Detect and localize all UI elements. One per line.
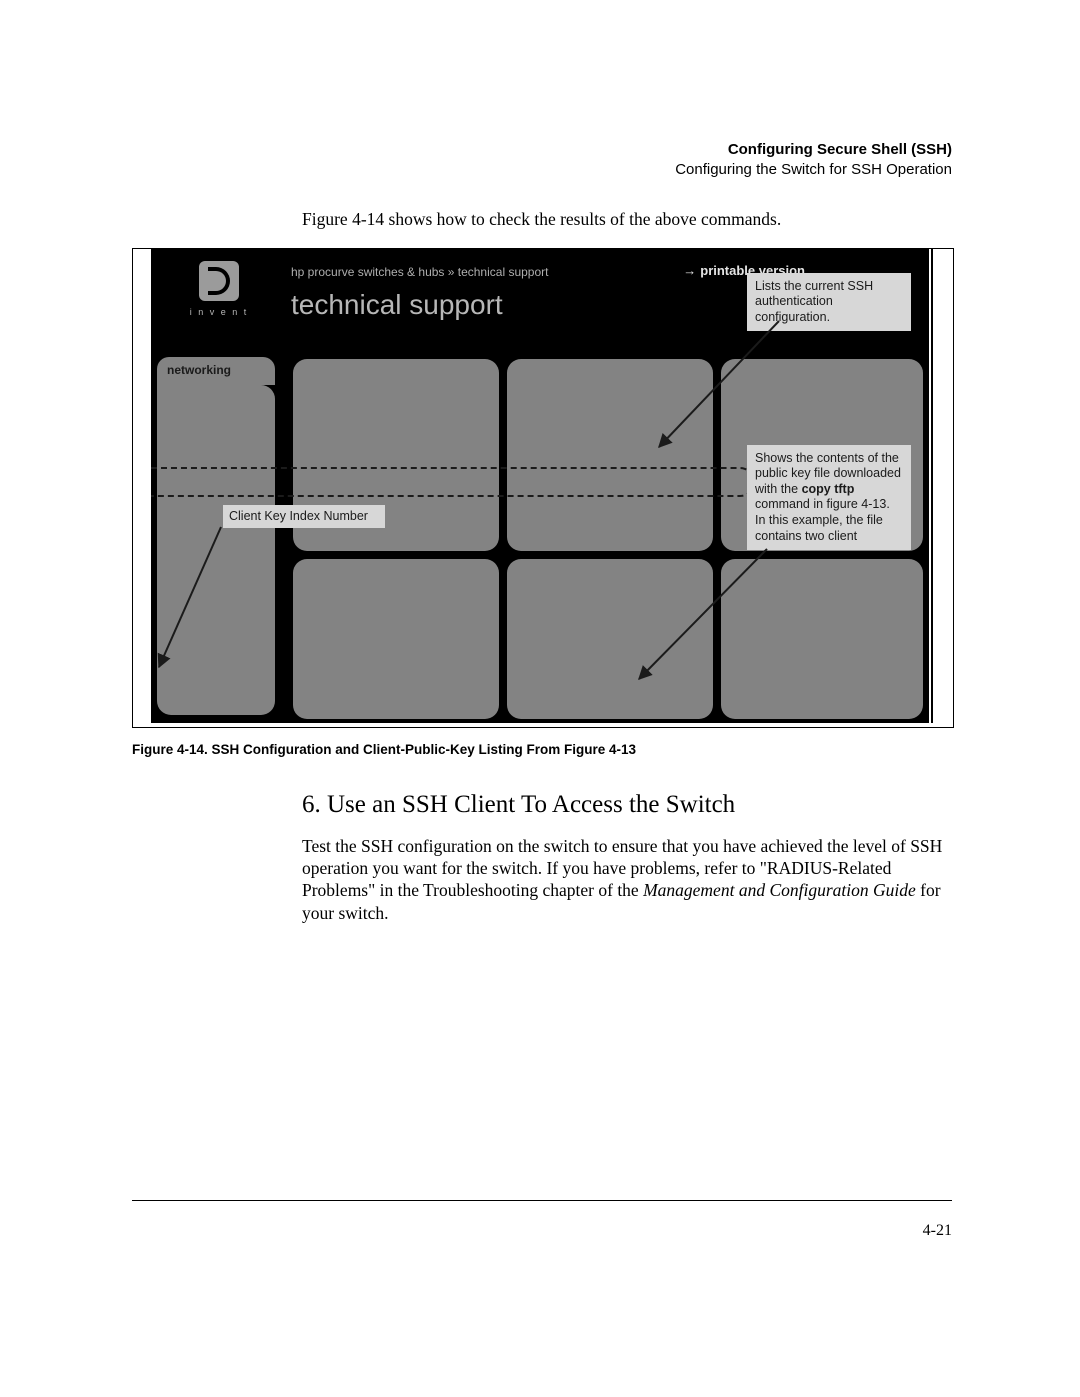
sidebar-panel [157, 385, 275, 715]
running-header: Configuring Secure Shell (SSH) Configuri… [132, 140, 952, 181]
body-text-italic: Management and Configuration Guide [643, 880, 916, 900]
hp-invent-label: i n v e n t [187, 307, 251, 317]
content-panel [507, 559, 713, 719]
callout-text: Lists the current SSH authentication con… [755, 279, 873, 324]
body-paragraph: Test the SSH configuration on the switch… [302, 835, 952, 925]
figure-4-14-box: i n v e n t hp procurve switches & hubs … [132, 248, 954, 728]
footer-rule [132, 1200, 952, 1201]
breadcrumb: hp procurve switches & hubs » technical … [291, 265, 548, 279]
content-panel [293, 559, 499, 719]
header-section: Configuring the Switch for SSH Operation [132, 160, 952, 180]
callout-public-key-file: Shows the contents of the public key fil… [747, 445, 911, 551]
callout-text-bold: copy tftp [802, 482, 855, 496]
hp-invent-logo-icon [199, 261, 239, 301]
page-number: 4-21 [923, 1222, 952, 1240]
hp-logo-block: i n v e n t [187, 261, 251, 317]
content-panel [721, 559, 923, 719]
page-title: technical support [291, 289, 503, 321]
sidebar-tab-networking[interactable]: networking [157, 357, 275, 385]
header-chapter: Configuring Secure Shell (SSH) [132, 140, 952, 160]
figure-intro-text: Figure 4-14 shows how to check the resul… [302, 209, 952, 230]
dashed-highlight-region [151, 467, 755, 497]
callout-client-key-index: Client Key Index Number [223, 505, 385, 529]
callout-text: Client Key Index Number [229, 509, 368, 523]
figure-caption: Figure 4-14. SSH Configuration and Clien… [132, 742, 952, 757]
content-panel [507, 359, 713, 551]
screenshot-region: i n v e n t hp procurve switches & hubs … [151, 249, 935, 723]
callout-text-post: command in figure 4-13. In this example,… [755, 497, 890, 542]
callout-ssh-auth-config: Lists the current SSH authentication con… [747, 273, 911, 332]
section-heading: 6. Use an SSH Client To Access the Switc… [302, 791, 952, 819]
